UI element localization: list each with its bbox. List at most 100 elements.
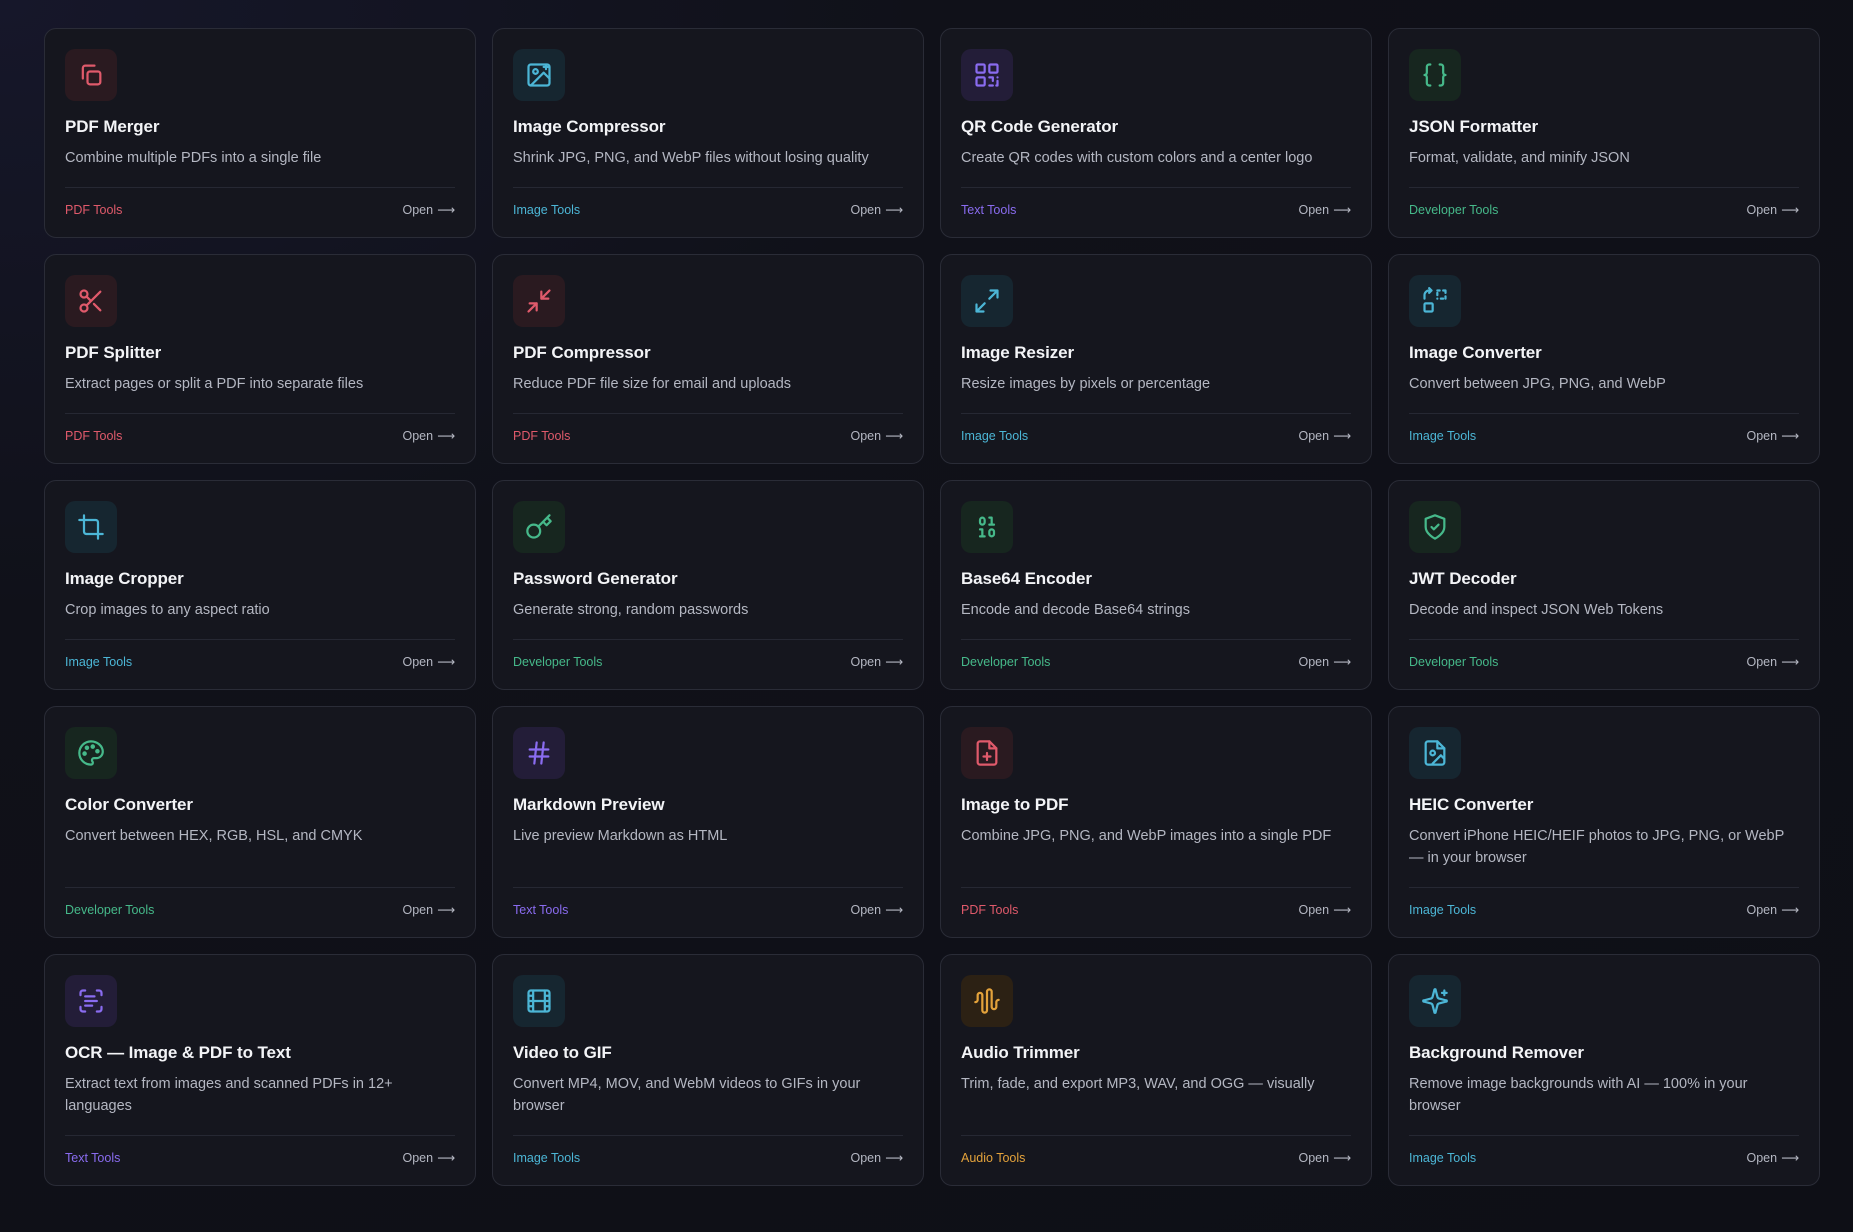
- tool-card-image-cropper[interactable]: Image Cropper Crop images to any aspect r…: [44, 480, 476, 690]
- open-label: Open: [850, 1151, 882, 1165]
- image-sparkle-icon: [513, 49, 565, 101]
- category-badge[interactable]: Developer Tools: [513, 655, 602, 669]
- open-link[interactable]: Open ⟶: [402, 202, 455, 217]
- arrow-right-icon: ⟶: [885, 203, 903, 217]
- category-badge[interactable]: Developer Tools: [961, 655, 1050, 669]
- tool-title: PDF Compressor: [513, 343, 651, 362]
- category-badge[interactable]: Image Tools: [1409, 903, 1476, 917]
- open-link[interactable]: Open ⟶: [1746, 654, 1799, 669]
- tool-card-heic-converter[interactable]: HEIC Converter Convert iPhone HEIC/HEIF p…: [1388, 706, 1820, 938]
- category-badge[interactable]: PDF Tools: [65, 203, 122, 217]
- open-link[interactable]: Open ⟶: [1746, 1150, 1799, 1165]
- category-badge[interactable]: Text Tools: [513, 903, 568, 917]
- tool-footer: Developer Tools Open ⟶: [1409, 639, 1799, 669]
- tool-footer: Developer Tools Open ⟶: [65, 887, 455, 917]
- hash-icon: [513, 727, 565, 779]
- open-link[interactable]: Open ⟶: [850, 1150, 903, 1165]
- tool-card-image-resizer[interactable]: Image Resizer Resize images by pixels or …: [940, 254, 1372, 464]
- open-link[interactable]: Open ⟶: [850, 902, 903, 917]
- tool-card-jwt-decoder[interactable]: JWT Decoder Decode and inspect JSON Web T…: [1388, 480, 1820, 690]
- tool-card-color-converter[interactable]: Color Converter Convert between HEX, RGB,…: [44, 706, 476, 938]
- category-badge[interactable]: Image Tools: [1409, 1151, 1476, 1165]
- tool-card-image-to-pdf[interactable]: Image to PDF Combine JPG, PNG, and WebP i…: [940, 706, 1372, 938]
- tool-card-image-compressor[interactable]: Image Compressor Shrink JPG, PNG, and Web…: [492, 28, 924, 238]
- open-link[interactable]: Open ⟶: [850, 654, 903, 669]
- category-badge[interactable]: PDF Tools: [65, 429, 122, 443]
- tool-card-pdf-splitter[interactable]: PDF Splitter Extract pages or split a PDF…: [44, 254, 476, 464]
- key-icon: [513, 501, 565, 553]
- open-label: Open: [402, 1151, 434, 1165]
- open-link[interactable]: Open ⟶: [1298, 1150, 1351, 1165]
- qr-code-icon: [961, 49, 1013, 101]
- category-badge[interactable]: Text Tools: [65, 1151, 120, 1165]
- category-badge[interactable]: Developer Tools: [1409, 655, 1498, 669]
- arrow-right-icon: ⟶: [1333, 655, 1351, 669]
- open-link[interactable]: Open ⟶: [1298, 428, 1351, 443]
- category-badge[interactable]: Image Tools: [961, 429, 1028, 443]
- shield-check-icon: [1409, 501, 1461, 553]
- open-label: Open: [1746, 655, 1778, 669]
- category-badge[interactable]: Image Tools: [1409, 429, 1476, 443]
- tool-card-base64-encoder[interactable]: Base64 Encoder Encode and decode Base64 s…: [940, 480, 1372, 690]
- tool-card-pdf-compressor[interactable]: PDF Compressor Reduce PDF file size for e…: [492, 254, 924, 464]
- category-badge[interactable]: Developer Tools: [1409, 203, 1498, 217]
- open-label: Open: [850, 655, 882, 669]
- tool-card-background-remover[interactable]: Background Remover Remove image backgroun…: [1388, 954, 1820, 1186]
- open-link[interactable]: Open ⟶: [850, 202, 903, 217]
- tool-title: Background Remover: [1409, 1043, 1584, 1062]
- category-badge[interactable]: Text Tools: [961, 203, 1016, 217]
- arrow-right-icon: ⟶: [885, 429, 903, 443]
- open-link[interactable]: Open ⟶: [1298, 902, 1351, 917]
- tool-card-image-converter[interactable]: Image Converter Convert between JPG, PNG,…: [1388, 254, 1820, 464]
- tool-title: PDF Merger: [65, 117, 160, 136]
- tool-card-markdown-preview[interactable]: Markdown Preview Live preview Markdown as…: [492, 706, 924, 938]
- open-label: Open: [402, 203, 434, 217]
- open-link[interactable]: Open ⟶: [1298, 202, 1351, 217]
- arrow-right-icon: ⟶: [1333, 429, 1351, 443]
- tool-footer: Audio Tools Open ⟶: [961, 1135, 1351, 1165]
- tool-card-audio-trimmer[interactable]: Audio Trimmer Trim, fade, and export MP3,…: [940, 954, 1372, 1186]
- arrow-right-icon: ⟶: [1333, 903, 1351, 917]
- category-badge[interactable]: PDF Tools: [513, 429, 570, 443]
- category-badge[interactable]: Developer Tools: [65, 903, 154, 917]
- arrow-right-icon: ⟶: [1781, 203, 1799, 217]
- tool-footer: Text Tools Open ⟶: [513, 887, 903, 917]
- tool-card-json-formatter[interactable]: JSON Formatter Format, validate, and mini…: [1388, 28, 1820, 238]
- open-link[interactable]: Open ⟶: [402, 654, 455, 669]
- tool-description: Trim, fade, and export MP3, WAV, and OGG…: [961, 1076, 1315, 1092]
- tool-title: Color Converter: [65, 795, 193, 814]
- braces-icon: [1409, 49, 1461, 101]
- scan-text-icon: [65, 975, 117, 1027]
- category-badge[interactable]: Image Tools: [513, 203, 580, 217]
- tool-title: Markdown Preview: [513, 795, 665, 814]
- open-link[interactable]: Open ⟶: [1746, 428, 1799, 443]
- minimize-icon: [513, 275, 565, 327]
- tool-title: JWT Decoder: [1409, 569, 1517, 588]
- tool-description: Generate strong, random passwords: [513, 602, 749, 618]
- open-link[interactable]: Open ⟶: [402, 1150, 455, 1165]
- tool-description: Convert between HEX, RGB, HSL, and CMYK: [65, 828, 363, 844]
- tool-card-qr-code-generator[interactable]: QR Code Generator Create QR codes with cu…: [940, 28, 1372, 238]
- open-label: Open: [1298, 655, 1330, 669]
- open-link[interactable]: Open ⟶: [402, 428, 455, 443]
- maximize-icon: [961, 275, 1013, 327]
- tool-card-pdf-merger[interactable]: PDF Merger Combine multiple PDFs into a s…: [44, 28, 476, 238]
- open-link[interactable]: Open ⟶: [1298, 654, 1351, 669]
- open-link[interactable]: Open ⟶: [402, 902, 455, 917]
- tool-card-video-to-gif[interactable]: Video to GIF Convert MP4, MOV, and WebM v…: [492, 954, 924, 1186]
- category-badge[interactable]: PDF Tools: [961, 903, 1018, 917]
- tool-title: Base64 Encoder: [961, 569, 1092, 588]
- arrow-right-icon: ⟶: [1781, 429, 1799, 443]
- category-badge[interactable]: Audio Tools: [961, 1151, 1025, 1165]
- tool-footer: Text Tools Open ⟶: [65, 1135, 455, 1165]
- tool-card-ocr-image-pdf-to-text[interactable]: OCR — Image & PDF to Text Extract text fr…: [44, 954, 476, 1186]
- open-link[interactable]: Open ⟶: [1746, 202, 1799, 217]
- open-link[interactable]: Open ⟶: [850, 428, 903, 443]
- tool-description: Convert between JPG, PNG, and WebP: [1409, 376, 1666, 392]
- category-badge[interactable]: Image Tools: [513, 1151, 580, 1165]
- category-badge[interactable]: Image Tools: [65, 655, 132, 669]
- crop-icon: [65, 501, 117, 553]
- open-link[interactable]: Open ⟶: [1746, 902, 1799, 917]
- tool-description: Crop images to any aspect ratio: [65, 602, 270, 618]
- tool-card-password-generator[interactable]: Password Generator Generate strong, rando…: [492, 480, 924, 690]
